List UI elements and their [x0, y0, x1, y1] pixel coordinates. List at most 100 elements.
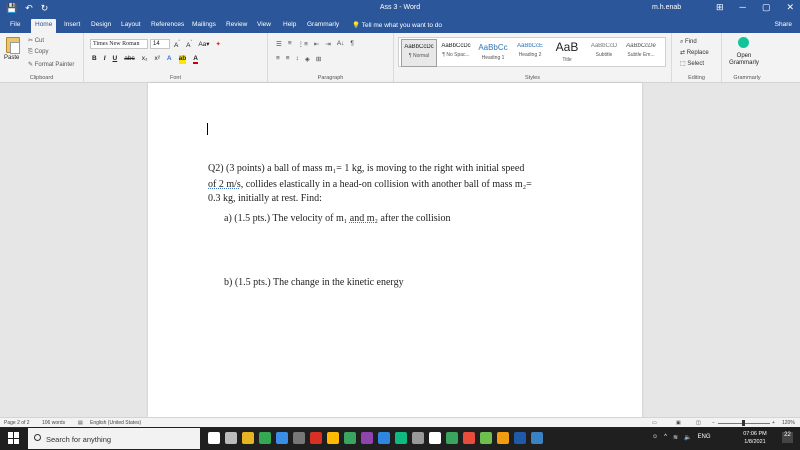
- read-mode-icon[interactable]: ▭: [652, 420, 657, 426]
- tab-insert[interactable]: Insert: [64, 21, 80, 28]
- center-icon[interactable]: ≡: [286, 55, 290, 63]
- style-heading-2[interactable]: AaBbCcE Heading 2: [512, 39, 548, 67]
- page-count[interactable]: Page 2 of 2: [4, 420, 30, 426]
- style-no-spacing[interactable]: AaBbCcDc ¶ No Spac...: [438, 39, 474, 67]
- network-icon[interactable]: ≋: [673, 434, 678, 441]
- taskbar-app-icon[interactable]: [497, 432, 509, 444]
- people-icon[interactable]: ☺: [652, 434, 658, 441]
- volume-icon[interactable]: 🔈: [684, 434, 691, 441]
- taskbar-app-icon[interactable]: [361, 432, 373, 444]
- select-button[interactable]: ⬚ Select: [680, 59, 709, 70]
- tab-home[interactable]: Home: [31, 19, 57, 33]
- align-left-icon[interactable]: ≡: [276, 55, 280, 63]
- taskbar-app-icon[interactable]: [531, 432, 543, 444]
- taskbar-app-icon[interactable]: [208, 432, 220, 444]
- taskbar-search[interactable]: Search for anything: [28, 428, 200, 449]
- sort-icon[interactable]: A↓: [337, 40, 345, 48]
- style-title[interactable]: AaB Title: [549, 39, 585, 67]
- paste-label[interactable]: Paste: [4, 55, 19, 61]
- strikethrough-button[interactable]: abc: [124, 55, 134, 64]
- notification-icon[interactable]: 22: [782, 432, 793, 443]
- taskbar-app-icon[interactable]: [259, 432, 271, 444]
- style-subtitle[interactable]: AaBbCcD Subtitle: [586, 39, 622, 67]
- show-marks-icon[interactable]: ¶: [350, 40, 354, 48]
- taskbar-app-icon[interactable]: [480, 432, 492, 444]
- taskbar-app-icon[interactable]: [344, 432, 356, 444]
- text-effects-icon[interactable]: A: [167, 55, 172, 64]
- decrease-indent-icon[interactable]: ⇤: [314, 40, 319, 48]
- tab-references[interactable]: References: [151, 21, 184, 28]
- maximize-button[interactable]: ▢: [762, 2, 771, 13]
- subscript-button[interactable]: x₂: [142, 55, 148, 64]
- find-button[interactable]: ⌕ Find: [680, 37, 709, 48]
- shading-icon[interactable]: ◈: [305, 55, 310, 63]
- tab-help[interactable]: Help: [283, 21, 296, 28]
- line-spacing-icon[interactable]: ↕: [296, 55, 299, 63]
- share-button[interactable]: Share: [775, 21, 792, 28]
- taskbar-app-icon[interactable]: [395, 432, 407, 444]
- language[interactable]: English (United States): [90, 420, 141, 426]
- taskbar-app-icon[interactable]: [327, 432, 339, 444]
- font-color-icon[interactable]: A: [193, 55, 198, 64]
- cut-button[interactable]: ✂ Cut: [28, 37, 44, 44]
- taskbar-app-icon[interactable]: [276, 432, 288, 444]
- tab-design[interactable]: Design: [91, 21, 111, 28]
- taskbar-app-icon[interactable]: [412, 432, 424, 444]
- zoom-out-icon[interactable]: −: [712, 420, 715, 426]
- ribbon-display-icon[interactable]: ⊞: [716, 2, 724, 13]
- proofing-icon[interactable]: ▤: [78, 420, 83, 426]
- style-subtle-emphasis[interactable]: AaBbCcDe Subtle Em...: [623, 39, 659, 67]
- taskbar-app-icon[interactable]: [514, 432, 526, 444]
- minimize-button[interactable]: ─: [740, 2, 746, 13]
- multilevel-list-icon[interactable]: ⋮≡: [298, 40, 308, 48]
- taskbar-app-icon[interactable]: [446, 432, 458, 444]
- tab-mailings[interactable]: Mailings: [192, 21, 216, 28]
- italic-button[interactable]: I: [104, 55, 106, 64]
- change-case-icon[interactable]: Aa▾: [198, 40, 209, 49]
- taskbar-app-icon[interactable]: [293, 432, 305, 444]
- clear-formatting-icon[interactable]: ✦: [216, 40, 221, 49]
- document-area[interactable]: Q2) (3 points) a ball of mass m₁= 1 kg, …: [0, 83, 800, 417]
- paste-icon[interactable]: [6, 37, 20, 54]
- tab-file[interactable]: File: [10, 21, 20, 28]
- font-name-box[interactable]: Times New Roman: [90, 39, 148, 49]
- tell-me-search[interactable]: 💡 Tell me what you want to do: [352, 21, 442, 29]
- print-layout-icon[interactable]: ▣: [676, 420, 681, 426]
- borders-icon[interactable]: ⊞: [316, 55, 321, 63]
- open-grammarly-button[interactable]: Open Grammarly: [728, 53, 760, 67]
- taskbar-app-icon[interactable]: [242, 432, 254, 444]
- style-normal[interactable]: AaBbCcDc ¶ Normal: [401, 39, 437, 67]
- zoom-in-icon[interactable]: +: [772, 420, 775, 426]
- increase-indent-icon[interactable]: ⇥: [325, 40, 330, 48]
- web-layout-icon[interactable]: ◫: [696, 420, 701, 426]
- superscript-button[interactable]: x²: [154, 55, 159, 64]
- show-hidden-icon[interactable]: ^: [664, 434, 667, 441]
- clock[interactable]: 07:06 PM 1/8/2021: [740, 430, 770, 446]
- format-painter-button[interactable]: ✎ Format Painter: [28, 61, 74, 68]
- taskbar-app-icon[interactable]: [225, 432, 237, 444]
- taskbar-app-icon[interactable]: [310, 432, 322, 444]
- tab-layout[interactable]: Layout: [121, 21, 141, 28]
- tab-review[interactable]: Review: [226, 21, 247, 28]
- grammarly-icon[interactable]: [738, 37, 749, 48]
- document-page[interactable]: Q2) (3 points) a ball of mass m₁= 1 kg, …: [148, 83, 642, 417]
- bullets-icon[interactable]: ☰: [276, 40, 282, 48]
- taskbar-app-icon[interactable]: [429, 432, 441, 444]
- copy-button[interactable]: ⎘ Copy: [28, 49, 48, 56]
- style-heading-1[interactable]: AaBbCc Heading 1: [475, 39, 511, 67]
- highlight-icon[interactable]: ab: [178, 55, 187, 64]
- close-button[interactable]: ✕: [786, 2, 794, 13]
- user-name[interactable]: m.h.enab: [652, 4, 681, 11]
- font-size-box[interactable]: 14: [150, 39, 170, 49]
- zoom-slider-thumb[interactable]: [742, 420, 745, 426]
- word-count[interactable]: 106 words: [42, 420, 65, 426]
- grow-font-icon[interactable]: Aˆ: [174, 40, 180, 49]
- numbering-icon[interactable]: ≡: [288, 40, 292, 48]
- shrink-font-icon[interactable]: Aˇ: [186, 40, 192, 49]
- bold-button[interactable]: B: [92, 55, 97, 64]
- taskbar-app-icon[interactable]: [378, 432, 390, 444]
- underline-button[interactable]: U: [113, 55, 118, 64]
- tab-grammarly[interactable]: Grammarly: [307, 21, 339, 28]
- zoom-level[interactable]: 120%: [782, 420, 795, 426]
- taskbar-app-icon[interactable]: [463, 432, 475, 444]
